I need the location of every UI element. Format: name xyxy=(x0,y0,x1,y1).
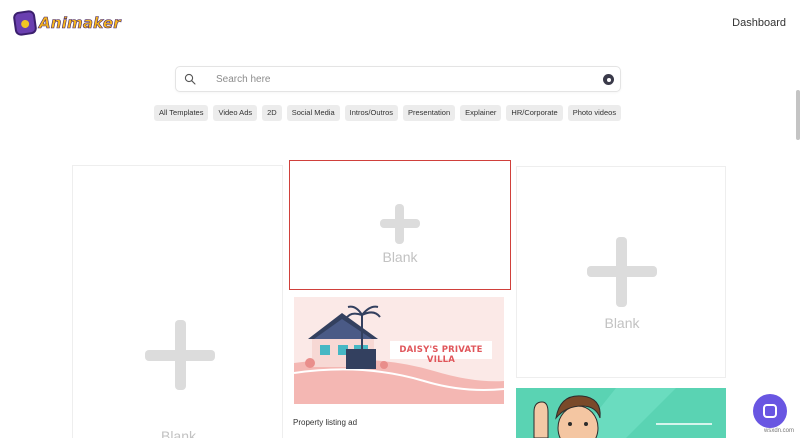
property-thumbnail: DAISY'S PRIVATE VILLA xyxy=(294,297,504,404)
logo-text: Animaker xyxy=(39,14,121,33)
chip-presentation[interactable]: Presentation xyxy=(403,105,456,121)
chip-photo-videos[interactable]: Photo videos xyxy=(567,105,622,121)
villa-banner-text: DAISY'S PRIVATE VILLA xyxy=(399,345,483,365)
blank-template-card-landscape[interactable]: Blank xyxy=(289,160,511,290)
search-input[interactable] xyxy=(216,71,576,88)
search-bar xyxy=(175,66,621,92)
chip-2d[interactable]: 2D xyxy=(262,105,282,121)
category-filters: All Templates Video Ads 2D Social Media … xyxy=(154,105,622,121)
chip-video-ads[interactable]: Video Ads xyxy=(213,105,258,121)
chip-social-media[interactable]: Social Media xyxy=(286,105,340,121)
dashboard-link[interactable]: Dashboard xyxy=(732,17,786,29)
page-scrollbar[interactable] xyxy=(796,0,800,438)
blank-label: Blank xyxy=(160,428,197,438)
blank-template-card-square[interactable]: Blank xyxy=(516,166,726,378)
top-bar: Animaker Dashboard xyxy=(0,0,800,48)
chat-icon xyxy=(763,404,777,418)
animaker-logo-icon xyxy=(12,9,38,37)
plus-icon-bar xyxy=(587,266,657,277)
scrollbar-thumb[interactable] xyxy=(796,90,800,140)
character-illustration xyxy=(516,388,726,438)
blank-label: Blank xyxy=(604,315,640,331)
chat-button[interactable] xyxy=(753,394,787,428)
blank-label: Blank xyxy=(382,249,418,265)
explainer-template-card[interactable] xyxy=(516,388,726,438)
search-icon xyxy=(184,73,196,85)
template-caption: Property listing ad xyxy=(293,418,358,427)
plus-icon-bar xyxy=(380,219,420,228)
plus-icon-bar xyxy=(145,350,215,361)
animaker-logo[interactable]: Animaker xyxy=(12,9,121,37)
chip-all-templates[interactable]: All Templates xyxy=(154,105,209,121)
chip-intros-outros[interactable]: Intros/Outros xyxy=(344,105,399,121)
clear-search-icon[interactable] xyxy=(603,74,614,85)
blank-template-card-portrait[interactable]: Blank xyxy=(72,165,283,438)
chip-explainer[interactable]: Explainer xyxy=(460,105,502,121)
watermark-text: wsxdn.com xyxy=(764,428,795,434)
property-listing-template-card[interactable]: DAISY'S PRIVATE VILLA Property listing a… xyxy=(289,292,511,438)
chip-hr-corporate[interactable]: HR/Corporate xyxy=(506,105,563,121)
